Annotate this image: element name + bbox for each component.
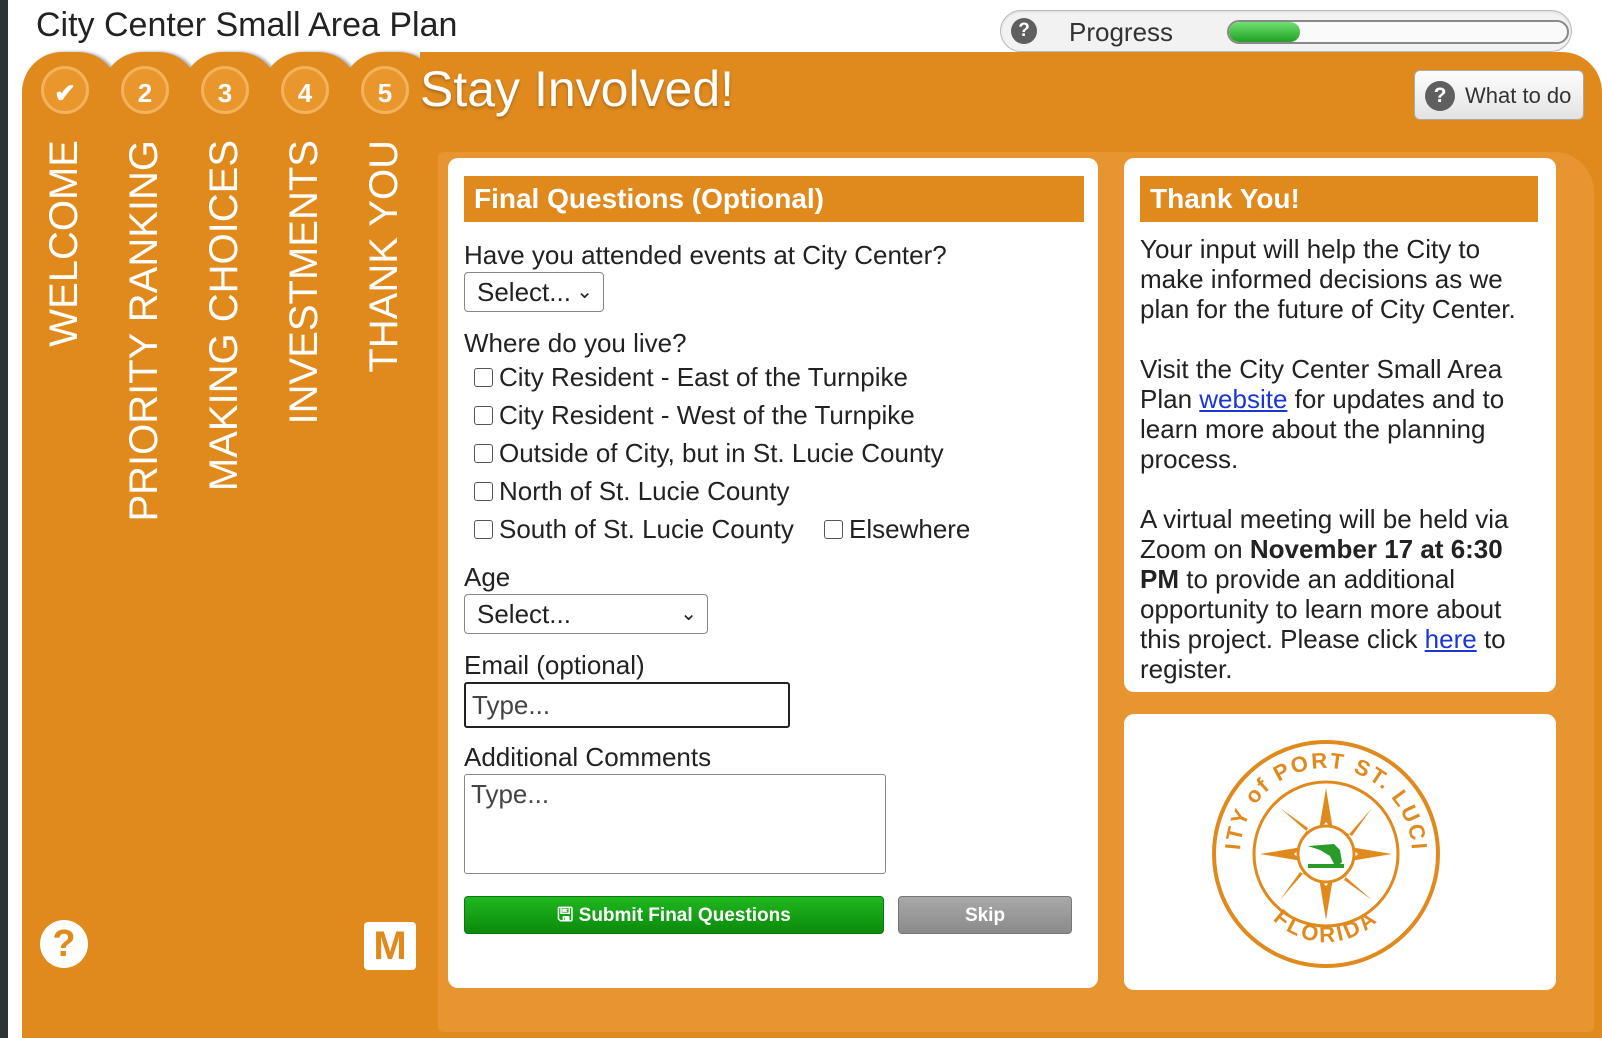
app-title: City Center Small Area Plan: [36, 6, 458, 44]
email-label: Email (optional): [464, 650, 645, 680]
website-link[interactable]: website: [1199, 384, 1287, 414]
page: City Center Small Area Plan ? Progress ✔…: [8, 0, 1602, 1038]
checkbox[interactable]: [474, 405, 493, 425]
checkbox[interactable]: [824, 519, 843, 539]
stage-title: Stay Involved!: [420, 61, 735, 117]
step-number-badge: 3: [201, 66, 249, 114]
progress-widget: ? Progress: [1000, 10, 1572, 52]
progress-fill: [1229, 22, 1300, 42]
website-paragraph: Visit the City Center Small Area Plan we…: [1140, 354, 1540, 474]
select-value: Select...: [477, 599, 571, 629]
chevron-down-icon: ⌄: [680, 603, 697, 625]
checkbox-label: Outside of City, but in St. Lucie County: [499, 438, 944, 468]
checkbox[interactable]: [474, 443, 493, 463]
checkbox-label: Elsewhere: [849, 514, 971, 544]
submit-button[interactable]: 🖫 Submit Final Questions: [464, 896, 884, 934]
question-label: Have you attended events at City Center?: [464, 240, 947, 270]
tab-label: THANK YOU: [362, 140, 406, 373]
chevron-down-icon: ⌄: [576, 281, 593, 303]
register-link[interactable]: here: [1425, 624, 1477, 654]
help-icon[interactable]: ?: [1011, 18, 1037, 44]
events-select[interactable]: Select... ⌄: [464, 272, 604, 312]
checkbox-option[interactable]: City Resident - East of the Turnpike: [474, 362, 908, 394]
city-seal-logo: CITY of PORT ST. LUCIE FLORIDA: [1210, 738, 1440, 968]
checkbox-label: City Resident - West of the Turnpike: [499, 400, 915, 430]
skip-button[interactable]: Skip: [898, 896, 1072, 934]
content-area: Final Questions (Optional) Have you atte…: [438, 152, 1594, 1032]
question-icon: ?: [1425, 81, 1455, 111]
card-heading: Thank You!: [1140, 176, 1538, 222]
tab-label: WELCOME: [42, 140, 86, 347]
step-number-badge: 2: [121, 66, 169, 114]
step-number-badge: 5: [361, 66, 409, 114]
submit-label: Submit Final Questions: [578, 905, 791, 926]
stage-frame: ✔ WELCOME ? 2 PRIORITY RANKING 3 MAKING …: [22, 52, 1602, 1038]
age-label: Age: [464, 562, 511, 592]
tab-label: INVESTMENTS: [282, 140, 326, 425]
select-value: Select...: [477, 277, 571, 307]
meeting-paragraph: A virtual meeting will be held via Zoom …: [1140, 504, 1540, 684]
checkbox-label: City Resident - East of the Turnpike: [499, 362, 908, 392]
checkbox-label: North of St. Lucie County: [499, 476, 790, 506]
save-icon: 🖫: [557, 905, 579, 926]
email-field[interactable]: Type...: [464, 682, 790, 728]
thank-you-text: Your input will help the City to make in…: [1140, 234, 1516, 324]
comments-label: Additional Comments: [464, 742, 712, 772]
checkbox[interactable]: [474, 519, 493, 539]
age-select[interactable]: Select... ⌄: [464, 594, 708, 634]
mysidewalk-logo-icon: M: [364, 922, 416, 970]
checkbox-option[interactable]: South of St. Lucie County: [474, 514, 794, 546]
city-seal-card: CITY of PORT ST. LUCIE FLORIDA: [1124, 714, 1556, 990]
checkbox-label: South of St. Lucie County: [499, 514, 794, 544]
what-to-do-label: What to do: [1465, 83, 1572, 108]
help-icon[interactable]: ?: [40, 920, 88, 968]
checkbox-option[interactable]: North of St. Lucie County: [474, 476, 789, 508]
tab-label: MAKING CHOICES: [202, 140, 246, 492]
question-label: Where do you live?: [464, 328, 687, 358]
tab-label: PRIORITY RANKING: [122, 140, 166, 522]
checkbox-option[interactable]: Elsewhere: [824, 514, 970, 546]
progress-label: Progress: [1069, 17, 1174, 47]
card-heading: Final Questions (Optional): [464, 176, 1084, 222]
thank-you-card: Thank You! Your input will help the City…: [1124, 158, 1556, 692]
checkbox[interactable]: [474, 367, 493, 387]
progress-bar: [1227, 20, 1569, 44]
checkbox-option[interactable]: City Resident - West of the Turnpike: [474, 400, 915, 432]
checkbox-option[interactable]: Outside of City, but in St. Lucie County: [474, 438, 944, 470]
final-questions-card: Final Questions (Optional) Have you atte…: [448, 158, 1098, 988]
comments-textarea[interactable]: Type...: [464, 774, 886, 874]
what-to-do-button[interactable]: ? What to do: [1414, 70, 1584, 120]
checkmark-icon: ✔: [41, 66, 89, 114]
step-number-badge: 4: [281, 66, 329, 114]
checkbox[interactable]: [474, 481, 493, 501]
